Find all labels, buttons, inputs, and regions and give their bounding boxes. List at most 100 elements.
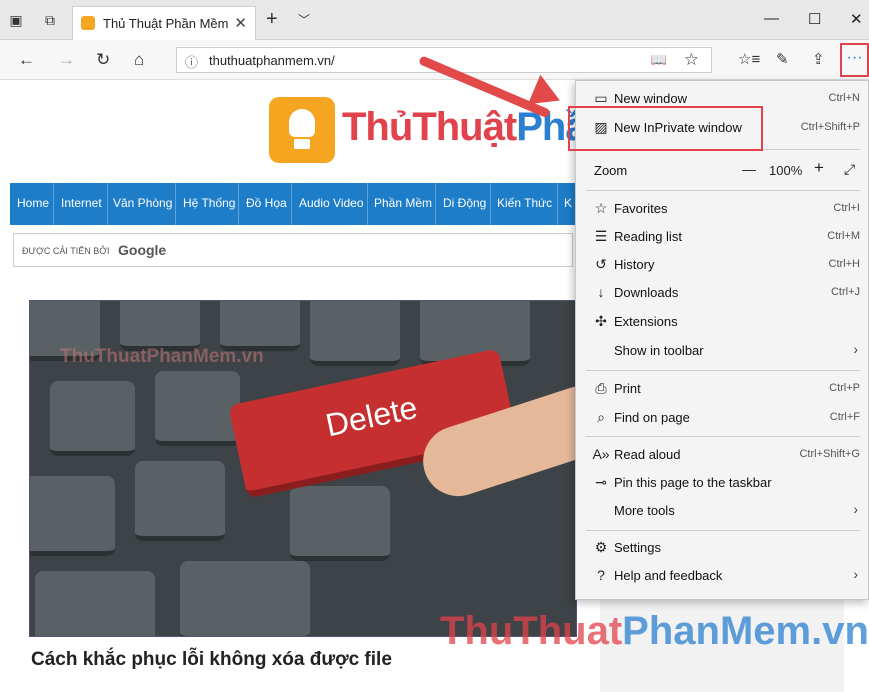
- more-actions-button[interactable]: ···: [840, 43, 869, 77]
- menu-shortcut: Ctrl+Shift+P: [800, 121, 860, 133]
- menu-label: New window: [614, 91, 687, 106]
- menu-label: Print: [614, 381, 641, 396]
- fullscreen-icon[interactable]: ⤢: [844, 161, 855, 178]
- nav-item-do-hoa[interactable]: Đồ Họa: [246, 196, 287, 210]
- site-logo-icon[interactable]: [269, 97, 335, 163]
- article-title[interactable]: Cách khắc phục lỗi không xóa được file: [31, 649, 392, 671]
- back-button[interactable]: ←: [18, 50, 35, 70]
- menu-item-downloads[interactable]: ↓ Downloads Ctrl+J: [576, 279, 869, 307]
- refresh-button[interactable]: ↻: [96, 50, 110, 70]
- star-icon[interactable]: ☆: [684, 50, 699, 70]
- new-tab-button[interactable]: +: [266, 8, 278, 31]
- nav-item-phan-mem[interactable]: Phần Mềm: [374, 196, 432, 210]
- favorites-hub-icon[interactable]: ☆≡: [738, 50, 760, 68]
- nav-item-van-phong[interactable]: Văn Phòng: [113, 196, 172, 210]
- menu-item-extensions[interactable]: ✣ Extensions: [576, 308, 869, 336]
- minimize-button[interactable]: —: [764, 10, 779, 27]
- home-button[interactable]: ⌂: [134, 50, 144, 70]
- keyboard-key: [135, 461, 225, 541]
- set-tabs-aside-icon[interactable]: ⧉: [40, 10, 60, 30]
- window-icon: ▭: [594, 90, 608, 106]
- menu-item-read-aloud[interactable]: A» Read aloud Ctrl+Shift+G: [576, 441, 869, 469]
- nav-divider: [557, 183, 558, 225]
- bulb-icon: [289, 109, 315, 137]
- watermark-part-1: ThuThuat: [440, 609, 623, 653]
- menu-item-help-and-feedback[interactable]: ? Help and feedback ›: [576, 562, 869, 590]
- menu-label: Pin this page to the taskbar: [614, 475, 772, 490]
- nav-item-he-thong[interactable]: Hệ Thống: [183, 196, 235, 210]
- keyboard-key: [155, 371, 240, 446]
- google-brand: Google: [118, 242, 167, 258]
- menu-item-more-tools[interactable]: More tools ›: [576, 497, 869, 525]
- menu-shortcut: Ctrl+Shift+G: [799, 448, 860, 460]
- menu-item-pin-to-taskbar[interactable]: ⊸ Pin this page to the taskbar: [576, 469, 869, 497]
- menu-shortcut: Ctrl+M: [827, 230, 860, 242]
- share-icon[interactable]: ⇪: [812, 50, 825, 68]
- tab-preview-icon[interactable]: ▣: [6, 10, 26, 30]
- reading-list-icon: ☰: [594, 228, 608, 244]
- pin-icon: ⊸: [595, 474, 607, 490]
- chevron-right-icon: ›: [853, 341, 858, 357]
- close-window-button[interactable]: ✕: [850, 10, 863, 28]
- info-icon[interactable]: ⓘ: [185, 52, 198, 71]
- history-icon: ↺: [595, 256, 607, 272]
- menu-label: More tools: [614, 503, 675, 518]
- active-tab[interactable]: Thủ Thuật Phần Mềm, M ✕: [72, 6, 256, 40]
- menu-item-find-on-page[interactable]: ⌕ Find on page Ctrl+F: [576, 404, 869, 432]
- keyboard-key: [50, 381, 135, 456]
- logo-part-1: Thủ: [342, 105, 413, 149]
- menu-label: Show in toolbar: [614, 343, 704, 358]
- chevron-down-icon[interactable]: ﹀: [298, 11, 310, 28]
- nav-divider: [53, 183, 54, 225]
- nav-item-audio-video[interactable]: Audio Video: [299, 196, 364, 210]
- maximize-button[interactable]: ☐: [808, 10, 821, 28]
- menu-item-settings[interactable]: ⚙ Settings: [576, 534, 869, 562]
- menu-item-history[interactable]: ↺ History Ctrl+H: [576, 251, 869, 279]
- pen-icon[interactable]: ✎: [776, 50, 789, 68]
- menu-divider: [586, 436, 860, 437]
- keyboard-key: [120, 301, 200, 351]
- menu-divider: [586, 190, 860, 191]
- url-text[interactable]: thuthuatphanmem.vn/: [209, 53, 335, 68]
- nav-item-home[interactable]: Home: [17, 196, 49, 210]
- menu-item-reading-list[interactable]: ☰ Reading list Ctrl+M: [576, 223, 869, 251]
- search-powered-label: ĐƯỢC CẢI TIẾN BỞI: [22, 246, 110, 256]
- nav-divider: [291, 183, 292, 225]
- keyboard-key: [220, 301, 300, 351]
- menu-divider: [586, 370, 860, 371]
- nav-item-di-dong[interactable]: Di Động: [443, 196, 486, 210]
- menu-item-show-in-toolbar[interactable]: Show in toolbar ›: [576, 337, 869, 365]
- gear-icon: ⚙: [594, 539, 608, 555]
- chevron-right-icon: ›: [853, 566, 858, 582]
- tab-title: Thủ Thuật Phần Mềm, M: [103, 16, 228, 31]
- close-icon[interactable]: ✕: [234, 14, 247, 32]
- nav-divider: [490, 183, 491, 225]
- menu-label: Read aloud: [614, 447, 681, 462]
- keyboard-key: [35, 571, 155, 636]
- menu-label: Reading list: [614, 229, 682, 244]
- zoom-label: Zoom: [594, 163, 628, 178]
- zoom-out-button[interactable]: —: [742, 161, 756, 177]
- zoom-value: 100%: [769, 163, 803, 178]
- article-image[interactable]: Delete ThuThuatPhanMem.vn: [29, 300, 577, 637]
- nav-item-kien-thuc[interactable]: Kiến Thức: [497, 196, 552, 210]
- more-actions-menu: ▭ New window Ctrl+N ▨ New InPrivate wind…: [575, 80, 869, 600]
- menu-label: Settings: [614, 540, 661, 555]
- download-icon: ↓: [597, 284, 605, 300]
- menu-item-favorites[interactable]: ☆ Favorites Ctrl+I: [576, 195, 869, 223]
- image-watermark: ThuThuatPhanMem.vn: [60, 346, 264, 367]
- zoom-in-button[interactable]: +: [814, 158, 824, 178]
- keyboard-key: [290, 486, 390, 561]
- logo-part-2: Thuật: [412, 105, 517, 149]
- nav-divider: [367, 183, 368, 225]
- forward-button[interactable]: →: [58, 50, 75, 70]
- nav-item-more[interactable]: K: [564, 196, 572, 210]
- google-search-box[interactable]: ĐƯỢC CẢI TIẾN BỞI Google: [13, 233, 573, 267]
- watermark-part-2: PhanMem.vn: [622, 609, 869, 653]
- reading-view-icon[interactable]: 📖: [651, 52, 667, 68]
- nav-divider: [238, 183, 239, 225]
- extensions-icon: ✣: [595, 313, 607, 329]
- nav-item-internet[interactable]: Internet: [61, 196, 102, 210]
- menu-shortcut: Ctrl+N: [828, 92, 860, 104]
- menu-item-print[interactable]: ⎙ Print Ctrl+P: [576, 375, 869, 403]
